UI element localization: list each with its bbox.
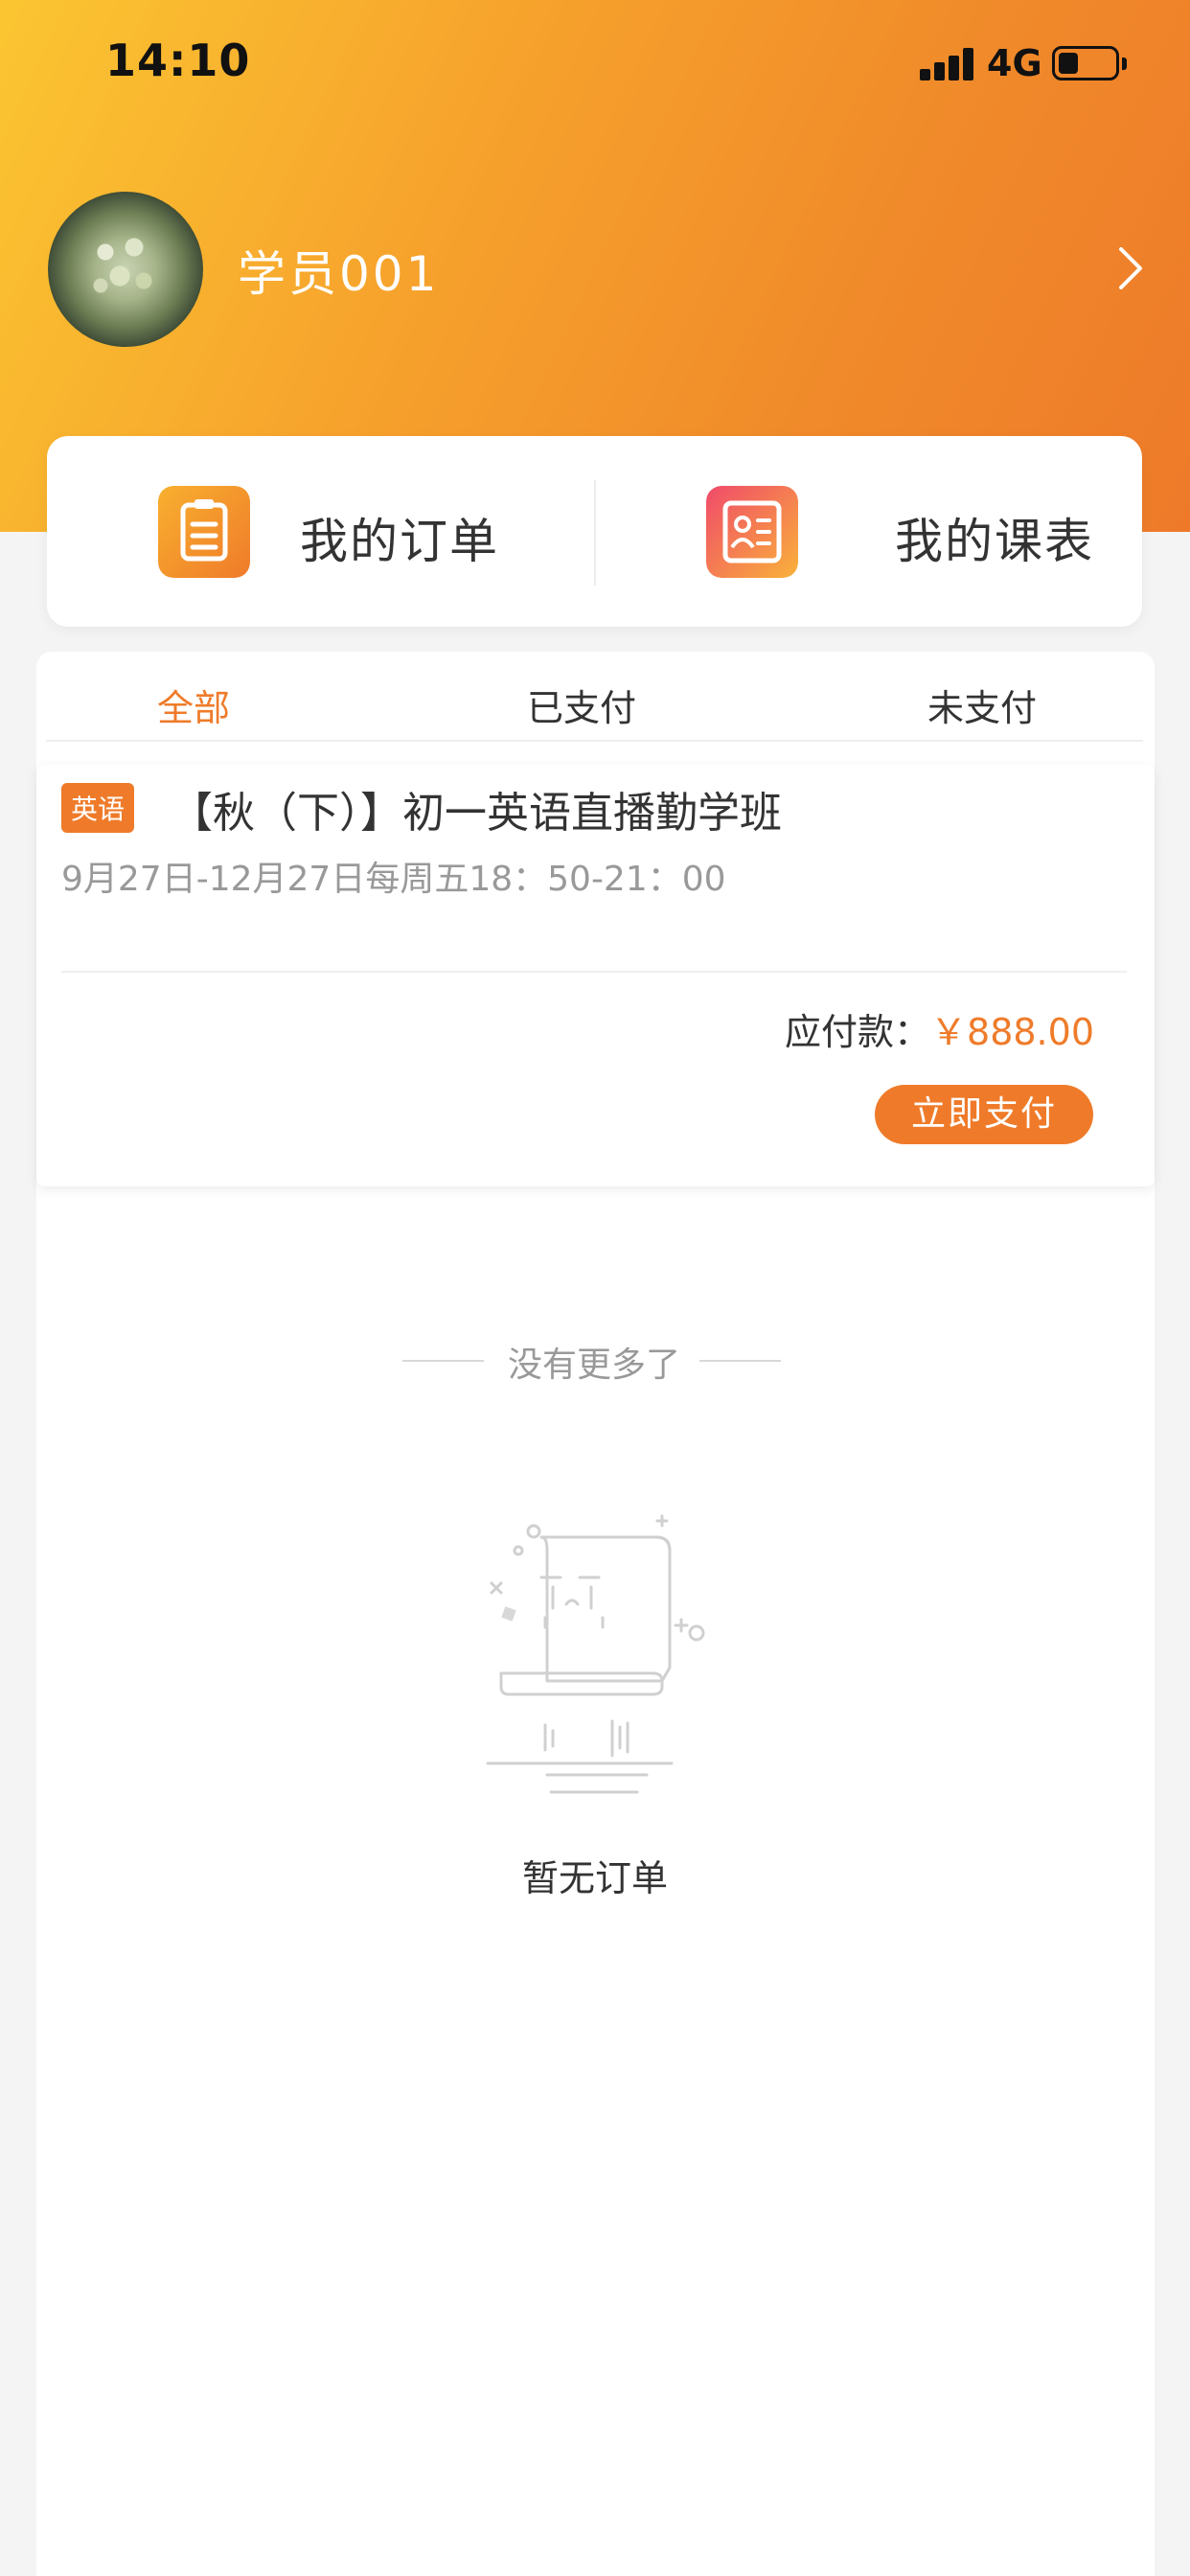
schedule-icon <box>706 486 798 578</box>
pay-now-button[interactable]: 立即支付 <box>875 1085 1093 1144</box>
my-orders-label: 我的订单 <box>300 514 499 569</box>
tab-paid[interactable]: 已支付 <box>527 678 636 731</box>
tab-unpaid[interactable]: 未支付 <box>927 678 1037 731</box>
network-type: 4G <box>987 42 1042 84</box>
battery-icon <box>1052 46 1119 80</box>
status-time: 14:10 <box>105 34 251 86</box>
empty-state-text: 暂无订单 <box>521 1857 668 1899</box>
quick-links-card: 我的订单 我的课表 <box>47 436 1142 627</box>
clipboard-icon <box>158 486 250 578</box>
my-schedule-button[interactable]: 我的课表 <box>595 436 1142 627</box>
tab-all[interactable]: 全部 <box>157 678 230 731</box>
list-end-indicator: 没有更多了 <box>402 1337 786 1385</box>
chevron-right-icon[interactable] <box>1102 240 1159 297</box>
my-schedule-label: 我的课表 <box>895 514 1094 569</box>
my-orders-button[interactable]: 我的订单 <box>47 436 594 627</box>
avatar[interactable] <box>48 192 203 347</box>
username: 学员001 <box>238 246 440 302</box>
battery-cap <box>1122 58 1127 70</box>
amount-label: 应付款： <box>785 1011 931 1053</box>
signal-strength-icon <box>920 48 975 80</box>
status-bar: 14:10 4G <box>0 0 1190 129</box>
amount-row: 应付款：￥888.00 <box>785 1002 1094 1055</box>
order-card[interactable]: 英语 【秋（下）】初一英语直播勤学班 9月27日-12月27日每周五18：50-… <box>36 765 1155 1186</box>
list-end-text: 没有更多了 <box>508 1346 681 1385</box>
course-schedule: 9月27日-12月27日每周五18：50-21：00 <box>61 860 726 899</box>
list-end-line-left <box>402 1360 484 1362</box>
subject-badge: 英语 <box>61 783 135 833</box>
amount-value: ￥888.00 <box>930 1011 1094 1053</box>
order-tabs: 全部 已支付 未支付 <box>46 652 1143 742</box>
card-divider <box>61 971 1127 973</box>
profile-row[interactable]: 学员001 <box>0 192 1190 350</box>
course-title: 【秋（下）】初一英语直播勤学班 <box>171 789 782 838</box>
list-end-line-right <box>699 1360 781 1362</box>
empty-scroll-icon <box>486 1514 705 1794</box>
